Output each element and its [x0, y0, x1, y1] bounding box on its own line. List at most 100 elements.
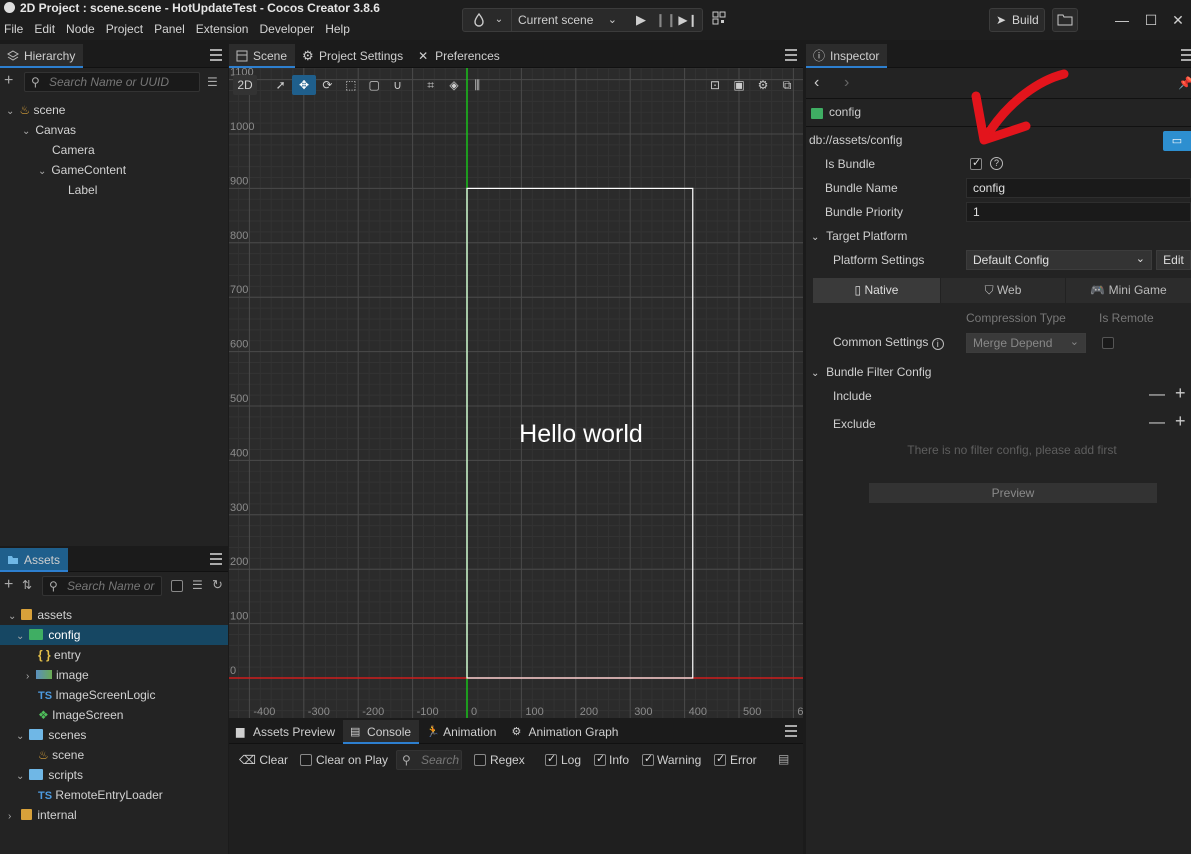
mode-2d-button[interactable]: 2D: [233, 75, 257, 95]
pin-icon[interactable]: 📌: [1178, 76, 1191, 90]
list-icon[interactable]: ☰: [192, 578, 203, 592]
tab-inspector[interactable]: ⓘ Inspector: [806, 44, 888, 68]
platform-settings-select[interactable]: Default Config ⌄: [966, 250, 1152, 270]
tab-assets[interactable]: Assets: [0, 548, 69, 572]
qr-code-icon[interactable]: [711, 10, 731, 30]
scene-viewport[interactable]: 110010009008007006005004003002001000-400…: [229, 68, 803, 718]
asset-internal[interactable]: › internal: [8, 805, 77, 825]
warning-checkbox[interactable]: [642, 752, 654, 766]
scene-select[interactable]: Current scene ⌄: [511, 9, 623, 31]
asset-imagescreenlogic[interactable]: TS ImageScreenLogic: [38, 685, 155, 705]
asset-config[interactable]: ⌄ config: [0, 625, 228, 645]
console-search-input[interactable]: ⚲ Search: [396, 750, 462, 770]
refresh-icon[interactable]: ↻: [212, 577, 223, 593]
bundle-priority-input[interactable]: 1: [966, 202, 1191, 222]
close-icon[interactable]: ✕: [1168, 10, 1188, 30]
log-checkbox[interactable]: [545, 752, 557, 766]
compression-select[interactable]: Merge Depend ⌄: [966, 333, 1086, 353]
tree-node-canvas[interactable]: ⌄ Canvas: [22, 120, 76, 140]
tab-console[interactable]: ▤ Console: [343, 720, 420, 744]
platform-icon[interactable]: [469, 9, 489, 31]
tab-assets-preview[interactable]: ▆ Assets Preview: [229, 720, 343, 744]
clear-button[interactable]: ⌫ Clear: [239, 750, 288, 770]
asset-entry[interactable]: { } entry: [38, 645, 81, 665]
scene-menu-icon[interactable]: [785, 49, 797, 61]
hierarchy-menu-icon[interactable]: [210, 49, 222, 61]
menu-developer[interactable]: Developer: [255, 20, 318, 38]
asset-assets[interactable]: ⌄ assets: [8, 605, 72, 625]
sort-list-icon[interactable]: ☰: [207, 75, 221, 89]
add-asset-icon[interactable]: +: [4, 576, 13, 594]
select-tool-icon[interactable]: ➚: [269, 75, 292, 95]
target-platform-section[interactable]: ⌄ Target Platform: [811, 226, 907, 246]
camera-icon[interactable]: ▣: [727, 75, 751, 95]
edit-button[interactable]: Edit: [1156, 250, 1191, 270]
back-arrow-icon[interactable]: ‹: [814, 74, 819, 92]
tab-mini-game[interactable]: 🎮 Mini Game: [1065, 278, 1191, 303]
asset-scripts[interactable]: ⌄ scripts: [16, 765, 83, 785]
tab-native[interactable]: ▯ Native: [813, 278, 940, 303]
tree-node-gamecontent[interactable]: ⌄ GameContent: [38, 160, 126, 180]
remove-exclude-icon[interactable]: —: [1149, 414, 1165, 432]
magnet-icon[interactable]: ∪: [386, 75, 409, 95]
assets-menu-icon[interactable]: [210, 553, 222, 565]
asset-scenes[interactable]: ⌄ scenes: [16, 725, 86, 745]
pause-icon[interactable]: ❙❙: [655, 9, 677, 31]
forward-arrow-icon[interactable]: ›: [844, 74, 849, 92]
gizmo-icon[interactable]: ⧉: [775, 75, 799, 95]
tab-preferences[interactable]: ✕ Preferences: [411, 44, 508, 68]
asset-scene[interactable]: ♨ scene: [38, 745, 84, 765]
open-log-icon[interactable]: ▤: [778, 752, 789, 766]
move-tool-icon[interactable]: ✥: [292, 75, 316, 95]
tab-scene[interactable]: Scene: [229, 44, 296, 68]
pivot-icon[interactable]: ⌗: [419, 75, 442, 95]
tab-project-settings[interactable]: ⚙ Project Settings: [295, 44, 411, 68]
menu-node[interactable]: Node: [62, 20, 99, 38]
menu-file[interactable]: File: [0, 20, 27, 38]
tree-node-scene[interactable]: ⌄ ♨ scene: [6, 100, 65, 120]
step-icon[interactable]: ▶❙: [677, 9, 699, 31]
align-icon[interactable]: ⫼: [466, 75, 489, 95]
asset-remoteentryloader[interactable]: TS RemoteEntryLoader: [38, 785, 163, 805]
assets-filter-checkbox[interactable]: [171, 580, 183, 592]
remove-include-icon[interactable]: —: [1149, 386, 1165, 404]
minimize-icon[interactable]: —: [1112, 10, 1132, 30]
sort-icon[interactable]: ⇅: [22, 578, 32, 592]
regex-checkbox[interactable]: [474, 754, 486, 766]
tab-web[interactable]: ⛉ Web: [940, 278, 1065, 303]
menu-extension[interactable]: Extension: [192, 20, 253, 38]
resolution-icon[interactable]: ⊡: [703, 75, 727, 95]
gear-icon[interactable]: ⚙: [751, 75, 775, 95]
open-folder-icon[interactable]: ▭: [1163, 131, 1191, 151]
open-folder-button[interactable]: [1052, 8, 1078, 32]
menu-edit[interactable]: Edit: [30, 20, 59, 38]
menu-panel[interactable]: Panel: [150, 20, 189, 38]
maximize-icon[interactable]: ☐: [1141, 10, 1161, 30]
asset-imagescreen[interactable]: ❖ ImageScreen: [38, 705, 123, 725]
hierarchy-search-input[interactable]: ⚲ Search Name or UUID: [24, 72, 200, 92]
add-include-icon[interactable]: +: [1175, 383, 1186, 404]
tab-hierarchy[interactable]: Hierarchy: [0, 44, 84, 68]
inspector-menu-icon[interactable]: [1181, 49, 1191, 61]
scale-tool-icon[interactable]: ⬚: [339, 75, 362, 95]
bundle-filter-section[interactable]: ⌄ Bundle Filter Config: [811, 362, 931, 382]
play-icon[interactable]: ▶: [631, 9, 651, 31]
console-menu-icon[interactable]: [785, 725, 797, 737]
is-remote-checkbox[interactable]: [1102, 337, 1114, 349]
tree-node-camera[interactable]: Camera: [52, 140, 95, 160]
tab-animation[interactable]: 🏃 Animation: [419, 720, 504, 744]
add-node-icon[interactable]: +: [4, 72, 13, 90]
rotate-tool-icon[interactable]: ⟳: [316, 75, 339, 95]
add-exclude-icon[interactable]: +: [1175, 411, 1186, 432]
bundle-name-input[interactable]: config: [966, 178, 1191, 198]
build-button[interactable]: ➤ Build: [989, 8, 1045, 32]
info-icon[interactable]: i: [931, 338, 944, 350]
global-icon[interactable]: ◈: [442, 75, 465, 95]
rect-tool-icon[interactable]: ▢: [362, 75, 385, 95]
assets-search-input[interactable]: ⚲ Search Name or: [42, 576, 162, 596]
tab-animation-graph[interactable]: ⚙ Animation Graph: [504, 720, 626, 744]
asset-image[interactable]: › image: [26, 665, 89, 685]
chevron-down-icon[interactable]: ⌄: [491, 9, 507, 31]
error-checkbox[interactable]: [714, 752, 726, 766]
menu-help[interactable]: Help: [321, 20, 354, 38]
